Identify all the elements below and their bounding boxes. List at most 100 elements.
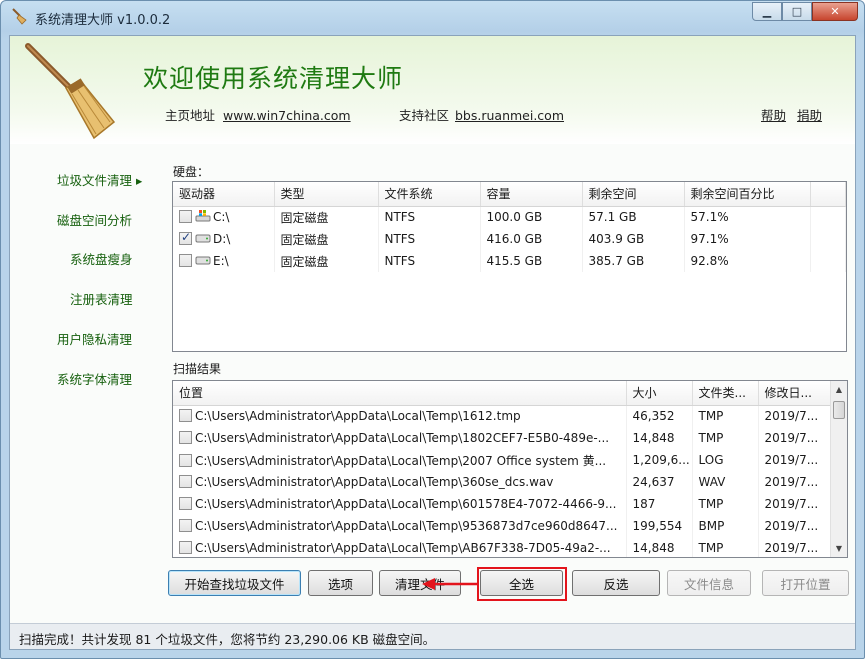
open-location-button[interactable]: 打开位置 (762, 570, 849, 596)
results-list: 位置 大小 文件类... 修改日... C:\Users\Administrat… (172, 380, 848, 558)
result-checkbox[interactable] (179, 475, 192, 488)
drive-letter: E:\ (213, 254, 229, 268)
scroll-down-icon[interactable]: ▼ (831, 540, 847, 557)
result-date: 2019/7... (758, 493, 831, 515)
col-free-percent[interactable]: 剩余空间百分比 (684, 182, 811, 207)
drive-letter: C:\ (213, 210, 230, 225)
result-size: 14,848 (626, 427, 693, 449)
col-drive[interactable]: 驱动器 (173, 182, 275, 207)
result-date: 2019/7... (758, 515, 831, 537)
scroll-up-icon[interactable]: ▲ (831, 381, 847, 398)
result-row[interactable]: C:\Users\Administrator\AppData\Local\Tem… (173, 493, 831, 515)
result-checkbox[interactable] (179, 497, 192, 510)
donate-link[interactable]: 捐助 (797, 105, 822, 124)
homepage-line: 主页地址 www.win7china.com (165, 105, 351, 124)
drive-capacity: 416.0 GB (480, 228, 583, 250)
drive-capacity: 100.0 GB (480, 206, 583, 228)
disk-row[interactable]: C:\ 固定磁盘 NTFS 100.0 GB 57.1 GB 57.1% (173, 206, 846, 228)
result-size: 24,637 (626, 471, 693, 493)
results-label: 扫描结果 (173, 362, 222, 376)
help-link[interactable]: 帮助 (761, 105, 786, 124)
broom-app-icon (12, 8, 27, 25)
drive-capacity: 415.5 GB (480, 250, 583, 272)
result-checkbox[interactable] (179, 431, 192, 444)
drive-fs: NTFS (378, 228, 481, 250)
results-scrollbar[interactable]: ▲ ▼ (830, 381, 847, 557)
disk-checkbox[interactable] (179, 210, 192, 224)
disk-checkbox[interactable] (179, 230, 192, 245)
col-filetype[interactable]: 文件类... (692, 381, 759, 406)
result-row[interactable]: C:\Users\Administrator\AppData\Local\Tem… (173, 449, 831, 471)
result-path: C:\Users\Administrator\AppData\Local\Tem… (195, 431, 610, 445)
header-banner: 欢迎使用系统清理大师 主页地址 www.win7china.com 支持社区 b… (10, 36, 855, 144)
result-size: 14,848 (626, 537, 693, 557)
result-size: 46,352 (626, 405, 693, 427)
col-modified[interactable]: 修改日... (758, 381, 831, 406)
result-checkbox[interactable] (179, 541, 192, 554)
client-area: 欢迎使用系统清理大师 主页地址 www.win7china.com 支持社区 b… (9, 35, 856, 650)
maximize-icon: □ (791, 5, 803, 18)
col-filesystem[interactable]: 文件系统 (378, 182, 481, 207)
result-row[interactable]: C:\Users\Administrator\AppData\Local\Tem… (173, 471, 831, 493)
drive-type: 固定磁盘 (274, 228, 379, 250)
system-drive-icon (195, 210, 211, 222)
col-capacity[interactable]: 容量 (480, 182, 583, 207)
homepage-link[interactable]: www.win7china.com (223, 108, 351, 123)
red-arrow-icon (422, 578, 478, 590)
community-line: 支持社区 bbs.ruanmei.com (399, 105, 564, 124)
drive-fs: NTFS (378, 206, 481, 228)
result-row[interactable]: C:\Users\Administrator\AppData\Local\Tem… (173, 515, 831, 537)
col-type[interactable]: 类型 (274, 182, 379, 207)
scan-button[interactable]: 开始查找垃圾文件 (168, 570, 301, 596)
disk-row[interactable]: D:\ 固定磁盘 NTFS 416.0 GB 403.9 GB 97.1% (173, 228, 846, 250)
result-type: TMP (692, 405, 759, 427)
result-type: BMP (692, 515, 759, 537)
scroll-thumb[interactable] (833, 401, 845, 419)
result-row[interactable]: C:\Users\Administrator\AppData\Local\Tem… (173, 537, 831, 557)
result-type: TMP (692, 427, 759, 449)
title-bar[interactable]: 系统清理大师 v1.0.0.2 ▁ □ ✕ (1, 1, 864, 35)
file-info-button[interactable]: 文件信息 (667, 570, 751, 596)
nav-disk-analysis[interactable]: 磁盘空间分析 (57, 210, 132, 229)
col-size[interactable]: 大小 (626, 381, 693, 406)
result-type: WAV (692, 471, 759, 493)
result-row[interactable]: C:\Users\Administrator\AppData\Local\Tem… (173, 405, 831, 427)
invert-selection-button[interactable]: 反选 (572, 570, 660, 596)
result-checkbox[interactable] (179, 519, 192, 532)
drive-fs: NTFS (378, 250, 481, 272)
community-label: 支持社区 (399, 108, 450, 123)
result-checkbox[interactable] (179, 453, 192, 467)
result-path: C:\Users\Administrator\AppData\Local\Tem… (195, 519, 618, 533)
minimize-button[interactable]: ▁ (752, 2, 782, 21)
drive-icon (195, 234, 211, 243)
result-checkbox[interactable] (179, 409, 192, 423)
homepage-label: 主页地址 (165, 108, 216, 123)
options-button[interactable]: 选项 (308, 570, 373, 596)
welcome-heading: 欢迎使用系统清理大师 (143, 64, 404, 93)
col-location[interactable]: 位置 (173, 381, 627, 406)
drive-letter: D:\ (213, 232, 231, 246)
drive-free: 385.7 GB (582, 250, 685, 272)
drive-free: 403.9 GB (582, 228, 685, 250)
nav-junk-clean[interactable]: 垃圾文件清理 ▸ (57, 170, 142, 189)
nav-privacy-clean[interactable]: 用户隐私清理 (57, 329, 132, 348)
highlight-box (477, 567, 567, 601)
result-date: 2019/7... (758, 537, 831, 557)
nav-registry-clean[interactable]: 注册表清理 (70, 289, 133, 308)
result-path: C:\Users\Administrator\AppData\Local\Tem… (195, 541, 611, 555)
close-button[interactable]: ✕ (812, 2, 858, 21)
col-free[interactable]: 剩余空间 (582, 182, 685, 207)
result-date: 2019/7... (758, 471, 831, 493)
maximize-button[interactable]: □ (782, 2, 812, 21)
nav-font-clean[interactable]: 系统字体清理 (57, 369, 132, 388)
result-size: 1,209,6... (626, 449, 693, 471)
result-path: C:\Users\Administrator\AppData\Local\Tem… (195, 453, 607, 468)
result-type: TMP (692, 537, 759, 557)
result-date: 2019/7... (758, 405, 831, 427)
close-icon: ✕ (830, 5, 840, 18)
disk-checkbox[interactable] (179, 254, 192, 267)
nav-system-slim[interactable]: 系统盘瘦身 (70, 249, 133, 268)
disk-row[interactable]: E:\ 固定磁盘 NTFS 415.5 GB 385.7 GB 92.8% (173, 250, 846, 272)
community-link[interactable]: bbs.ruanmei.com (455, 108, 564, 123)
result-row[interactable]: C:\Users\Administrator\AppData\Local\Tem… (173, 427, 831, 449)
